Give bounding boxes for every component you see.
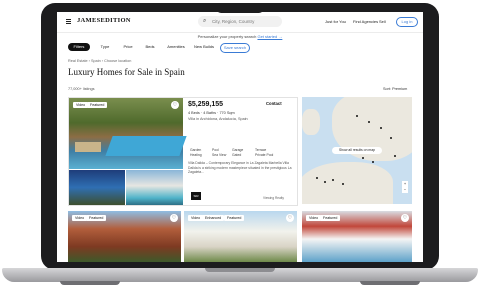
camera-notch — [216, 4, 264, 13]
favorite-heart-icon[interactable]: ♡ — [171, 101, 179, 109]
video-badge: Video — [72, 215, 88, 221]
enhanced-badge: Enhanced — [202, 215, 225, 221]
agency-logo[interactable]: SIR — [191, 192, 201, 200]
pool-shape — [105, 136, 187, 156]
results-map[interactable]: Show all results on map + − — [302, 97, 412, 204]
nav-just-for-you[interactable]: Just for You — [325, 19, 346, 24]
video-badge: Video — [188, 215, 204, 221]
listing-card-photo[interactable]: Video Featured ♡ — [302, 211, 412, 262]
beds-filter[interactable]: Beds — [140, 43, 160, 51]
video-badge: Video — [73, 102, 89, 108]
map-marker[interactable] — [342, 183, 344, 185]
promo-get-started-link[interactable]: Get started → — [257, 34, 282, 39]
zoom-out-button[interactable]: − — [402, 187, 408, 193]
breadcrumb[interactable]: Real Estate › Spain › Choose location — [68, 59, 131, 63]
new-builds-filter[interactable]: New Builds — [192, 43, 216, 51]
promo-text: Personalize your property search — [197, 34, 257, 39]
feature-item: Private Pool — [255, 153, 274, 157]
listing-main-photo[interactable]: Video Featured ♡ — [69, 98, 187, 169]
site-header: JAMESEDITION ⌕ City, Region, Country Jus… — [57, 12, 423, 33]
listing-card[interactable]: Video Featured ♡ $5,259,155 Contact 4 Be… — [68, 97, 298, 206]
feature-item: Sea View — [212, 153, 227, 157]
featured-badge: Featured — [86, 215, 107, 221]
search-input[interactable]: ⌕ City, Region, Country — [198, 16, 282, 27]
lounger-shape — [75, 142, 101, 152]
map-marker[interactable] — [324, 181, 326, 183]
featured-badge: Featured — [224, 215, 245, 221]
listing-specs: 4 Beds · 4 Baths · 770 Sqm — [188, 111, 235, 115]
listing-thumb-1[interactable] — [69, 170, 125, 205]
map-marker[interactable] — [390, 137, 392, 139]
type-filter[interactable]: Type — [95, 43, 115, 51]
listing-thumb-2[interactable] — [126, 170, 183, 205]
map-marker[interactable] — [368, 121, 370, 123]
laptop-hinge-notch — [205, 268, 275, 272]
nav-sell[interactable]: Sell — [379, 19, 386, 24]
amenities-filter[interactable]: Amenities — [163, 43, 189, 51]
laptop-foot-right — [360, 281, 420, 285]
promo-bar: Personalize your property search Get sta… — [57, 33, 423, 41]
map-zoom-control[interactable]: + − — [402, 181, 408, 193]
listing-count: 77,000+ listings — [68, 87, 95, 91]
hamburger-menu-icon[interactable] — [66, 19, 71, 24]
feature-item: Garage — [232, 148, 244, 152]
map-marker[interactable] — [372, 161, 374, 163]
listing-price: $5,259,155 — [188, 101, 224, 108]
listing-card-photo[interactable]: Video Featured ♡ — [68, 211, 181, 262]
listing-location: Villa in Archidona, Andalucía, Spain — [188, 117, 248, 121]
featured-badge: Featured — [87, 102, 108, 108]
laptop-foot-left — [60, 281, 120, 285]
feature-item: Garden — [190, 148, 202, 152]
show-on-map-button[interactable]: Show all results on map — [332, 147, 382, 154]
listing-card-photo[interactable]: Video Enhanced Featured ♡ — [184, 211, 297, 262]
map-marker[interactable] — [380, 127, 382, 129]
video-badge: Video — [306, 215, 322, 221]
page-title: Luxury Homes for Sale in Spain — [68, 67, 185, 77]
map-marker[interactable] — [316, 177, 318, 179]
sort-dropdown[interactable]: Sort: Premium — [383, 87, 407, 91]
save-search-button[interactable]: Save search — [220, 43, 250, 53]
feature-item: Terrace — [255, 148, 267, 152]
agent-name[interactable]: Viewing Realty — [263, 196, 284, 200]
featured-badge: Featured — [320, 215, 341, 221]
map-marker[interactable] — [362, 157, 364, 159]
map-marker[interactable] — [394, 155, 396, 157]
favorite-heart-icon[interactable]: ♡ — [170, 214, 178, 222]
map-marker[interactable] — [332, 179, 334, 181]
favorite-heart-icon[interactable]: ♡ — [286, 214, 294, 222]
filters-button[interactable]: Filters — [68, 43, 90, 51]
map-marker[interactable] — [356, 115, 358, 117]
search-placeholder: City, Region, Country — [212, 18, 255, 24]
feature-item: Gated — [232, 153, 242, 157]
feature-item: Pool — [212, 148, 219, 152]
price-filter[interactable]: Price — [118, 43, 138, 51]
contact-button[interactable]: Contact — [266, 101, 282, 106]
nav-find-agencies[interactable]: Find Agencies — [353, 19, 378, 24]
map-land-africa — [302, 162, 393, 204]
favorite-heart-icon[interactable]: ♡ — [401, 214, 409, 222]
listing-description: Villa Dalida – Contemporary Elegance in … — [188, 161, 292, 175]
map-land-islands — [302, 109, 320, 135]
search-icon: ⌕ — [203, 18, 207, 24]
browser-screen: JAMESEDITION ⌕ City, Region, Country Jus… — [57, 12, 423, 262]
site-logo[interactable]: JAMESEDITION — [77, 17, 131, 24]
login-button[interactable]: Log in — [396, 17, 418, 27]
feature-item: Heating — [190, 153, 202, 157]
